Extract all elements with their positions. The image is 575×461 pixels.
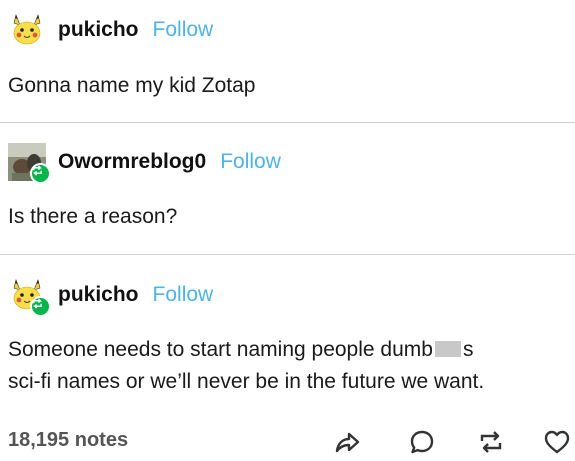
follow-button[interactable]: Follow: [153, 18, 214, 42]
reblog-badge-icon: [30, 296, 51, 317]
pikachu-avatar-icon[interactable]: [8, 11, 46, 49]
follow-button[interactable]: Follow: [220, 150, 281, 174]
post-text: Gonna name my kid Zotap: [8, 74, 256, 97]
post-footer: 18,195 notes: [0, 424, 575, 460]
post-username[interactable]: pukicho: [58, 283, 139, 307]
post-text-line2: sci-fi names or we’ll never be in the fu…: [8, 370, 485, 393]
reblog-icon[interactable]: [477, 428, 505, 456]
post-text: Is there a reason?: [8, 205, 178, 228]
reply-icon[interactable]: [408, 428, 436, 456]
post-divider: [0, 122, 575, 123]
follow-button[interactable]: Follow: [153, 283, 214, 307]
like-icon[interactable]: [543, 428, 571, 456]
post-header: pukicho Follow: [8, 275, 214, 317]
post-divider: [0, 254, 575, 255]
post-header: Owormreblog0 Follow: [8, 142, 281, 184]
share-icon[interactable]: [333, 428, 361, 456]
photo-avatar-icon[interactable]: [8, 143, 51, 184]
post-username[interactable]: Owormreblog0: [58, 150, 206, 174]
post-text-line1-end: s: [462, 338, 474, 361]
reblog-badge-icon: [30, 163, 51, 184]
pikachu-avatar-icon[interactable]: [8, 276, 51, 317]
post-text: Someone needs to start naming people dum…: [8, 334, 484, 398]
post-header: pukicho Follow: [8, 10, 213, 50]
notes-count[interactable]: 18,195 notes: [8, 429, 128, 452]
post-text-line1-start: Someone needs to start naming people dum…: [8, 338, 433, 361]
post-username[interactable]: pukicho: [58, 18, 139, 42]
redaction-block: [434, 341, 461, 357]
